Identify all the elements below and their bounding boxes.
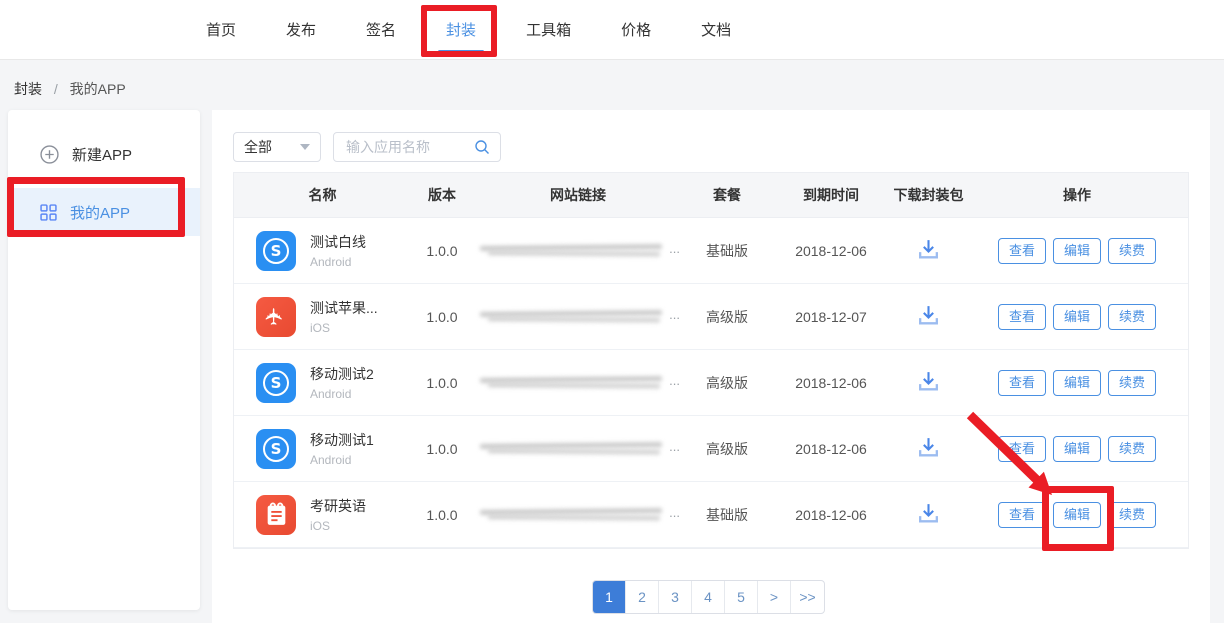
app-plan: 高级版 xyxy=(683,439,771,459)
breadcrumb-current: 我的APP xyxy=(70,81,126,97)
redacted-link: ... xyxy=(478,243,678,259)
breadcrumb-separator: / xyxy=(54,81,58,97)
nav-item-2[interactable]: 发布 xyxy=(286,13,316,46)
annotation-box-nav-package xyxy=(421,5,497,57)
download-icon[interactable] xyxy=(916,238,941,261)
page-button-1[interactable]: 1 xyxy=(593,581,626,613)
renew-button[interactable]: 续费 xyxy=(1108,304,1156,330)
app-platform: iOS xyxy=(310,321,378,335)
annotation-box-edit-button xyxy=(1042,486,1114,551)
page-button-5[interactable]: 5 xyxy=(725,581,758,613)
page-button-4[interactable]: 4 xyxy=(692,581,725,613)
download-icon[interactable] xyxy=(916,502,941,525)
nav-item-6[interactable]: 价格 xyxy=(621,13,651,46)
table-header: 名称版本网站链接套餐到期时间下载封装包操作 xyxy=(234,173,1188,218)
app-plan: 高级版 xyxy=(683,307,771,327)
redacted-link: ... xyxy=(478,441,678,457)
redacted-link: ... xyxy=(478,507,678,523)
app-plan: 基础版 xyxy=(683,505,771,525)
search-icon[interactable] xyxy=(474,139,490,155)
table-row: ✈ 测试苹果... iOS 1.0.0 ... 高级版 2018-12-07 查… xyxy=(234,284,1188,350)
app-plan: 基础版 xyxy=(683,241,771,261)
view-button[interactable]: 查看 xyxy=(998,238,1046,264)
column-header: 网站链接 xyxy=(473,185,683,205)
app-expire-date: 2018-12-07 xyxy=(771,309,891,325)
category-select-value: 全部 xyxy=(244,137,272,157)
view-button[interactable]: 查看 xyxy=(998,370,1046,396)
renew-button[interactable]: 续费 xyxy=(1108,370,1156,396)
filter-toolbar: 全部 xyxy=(233,132,501,162)
link-ellipsis: ... xyxy=(669,241,680,256)
search-box xyxy=(333,132,501,162)
sidebar-item-label: 新建APP xyxy=(72,144,132,165)
sidebar-item-1[interactable]: 新建APP xyxy=(8,130,200,178)
nav-item-1[interactable]: 首页 xyxy=(206,13,236,46)
link-ellipsis: ... xyxy=(669,439,680,454)
sogou-blue-app-icon: S xyxy=(256,429,296,469)
chevron-down-icon xyxy=(300,144,310,150)
nav-item-3[interactable]: 签名 xyxy=(366,13,396,46)
column-header: 下载封装包 xyxy=(891,185,966,205)
breadcrumb-section[interactable]: 封装 xyxy=(14,81,42,97)
edit-button[interactable]: 编辑 xyxy=(1053,304,1101,330)
app-expire-date: 2018-12-06 xyxy=(771,243,891,259)
nav-item-5[interactable]: 工具箱 xyxy=(526,13,571,46)
sogou-blue-app-icon: S xyxy=(256,363,296,403)
app-version: 1.0.0 xyxy=(411,375,473,391)
column-header: 套餐 xyxy=(683,185,771,205)
app-name: 移动测试2 xyxy=(310,364,374,384)
link-ellipsis: ... xyxy=(669,505,680,520)
app-version: 1.0.0 xyxy=(411,507,473,523)
edit-button[interactable]: 编辑 xyxy=(1053,370,1101,396)
sogou-blue-app-icon: S xyxy=(256,231,296,271)
column-header: 操作 xyxy=(966,185,1188,205)
app-expire-date: 2018-12-06 xyxy=(771,507,891,523)
app-platform: Android xyxy=(310,453,374,467)
download-icon[interactable] xyxy=(916,304,941,327)
column-header: 名称 xyxy=(234,185,411,205)
page-button-3[interactable]: 3 xyxy=(659,581,692,613)
redacted-link: ... xyxy=(478,375,678,391)
redacted-link: ... xyxy=(478,309,678,325)
app-name: 考研英语 xyxy=(310,496,366,516)
app-name: 移动测试1 xyxy=(310,430,374,450)
category-select[interactable]: 全部 xyxy=(233,132,321,162)
app-platform: Android xyxy=(310,255,366,269)
page-button->>[interactable]: >> xyxy=(791,581,824,613)
view-button[interactable]: 查看 xyxy=(998,304,1046,330)
table-row: S 测试白线 Android 1.0.0 ... 基础版 2018-12-06 … xyxy=(234,218,1188,284)
breadcrumb: 封装 / 我的APP xyxy=(14,79,126,99)
annotation-box-sidebar-myapp xyxy=(7,177,185,237)
plane-red-app-icon: ✈ xyxy=(256,297,296,337)
app-version: 1.0.0 xyxy=(411,309,473,325)
link-ellipsis: ... xyxy=(669,307,680,322)
page-button->[interactable]: > xyxy=(758,581,791,613)
app-platform: iOS xyxy=(310,519,366,533)
app-platform: Android xyxy=(310,387,374,401)
page-button-2[interactable]: 2 xyxy=(626,581,659,613)
edit-button[interactable]: 编辑 xyxy=(1053,238,1101,264)
renew-button[interactable]: 续费 xyxy=(1108,436,1156,462)
app-plan: 高级版 xyxy=(683,373,771,393)
clipboard-red-app-icon xyxy=(256,495,296,535)
nav-item-7[interactable]: 文档 xyxy=(701,13,731,46)
pagination: 12345>>> xyxy=(592,580,825,614)
top-nav: 首页发布签名封装工具箱价格文档 xyxy=(0,0,1224,60)
column-header: 版本 xyxy=(411,185,473,205)
app-name: 测试苹果... xyxy=(310,298,378,318)
app-version: 1.0.0 xyxy=(411,441,473,457)
app-name: 测试白线 xyxy=(310,232,366,252)
column-header: 到期时间 xyxy=(771,185,891,205)
renew-button[interactable]: 续费 xyxy=(1108,238,1156,264)
app-version: 1.0.0 xyxy=(411,243,473,259)
download-icon[interactable] xyxy=(916,436,941,459)
app-expire-date: 2018-12-06 xyxy=(771,441,891,457)
download-icon[interactable] xyxy=(916,370,941,393)
plus-circle-icon xyxy=(40,145,59,164)
renew-button[interactable]: 续费 xyxy=(1108,502,1156,528)
app-expire-date: 2018-12-06 xyxy=(771,375,891,391)
search-input[interactable] xyxy=(344,138,468,156)
link-ellipsis: ... xyxy=(669,373,680,388)
